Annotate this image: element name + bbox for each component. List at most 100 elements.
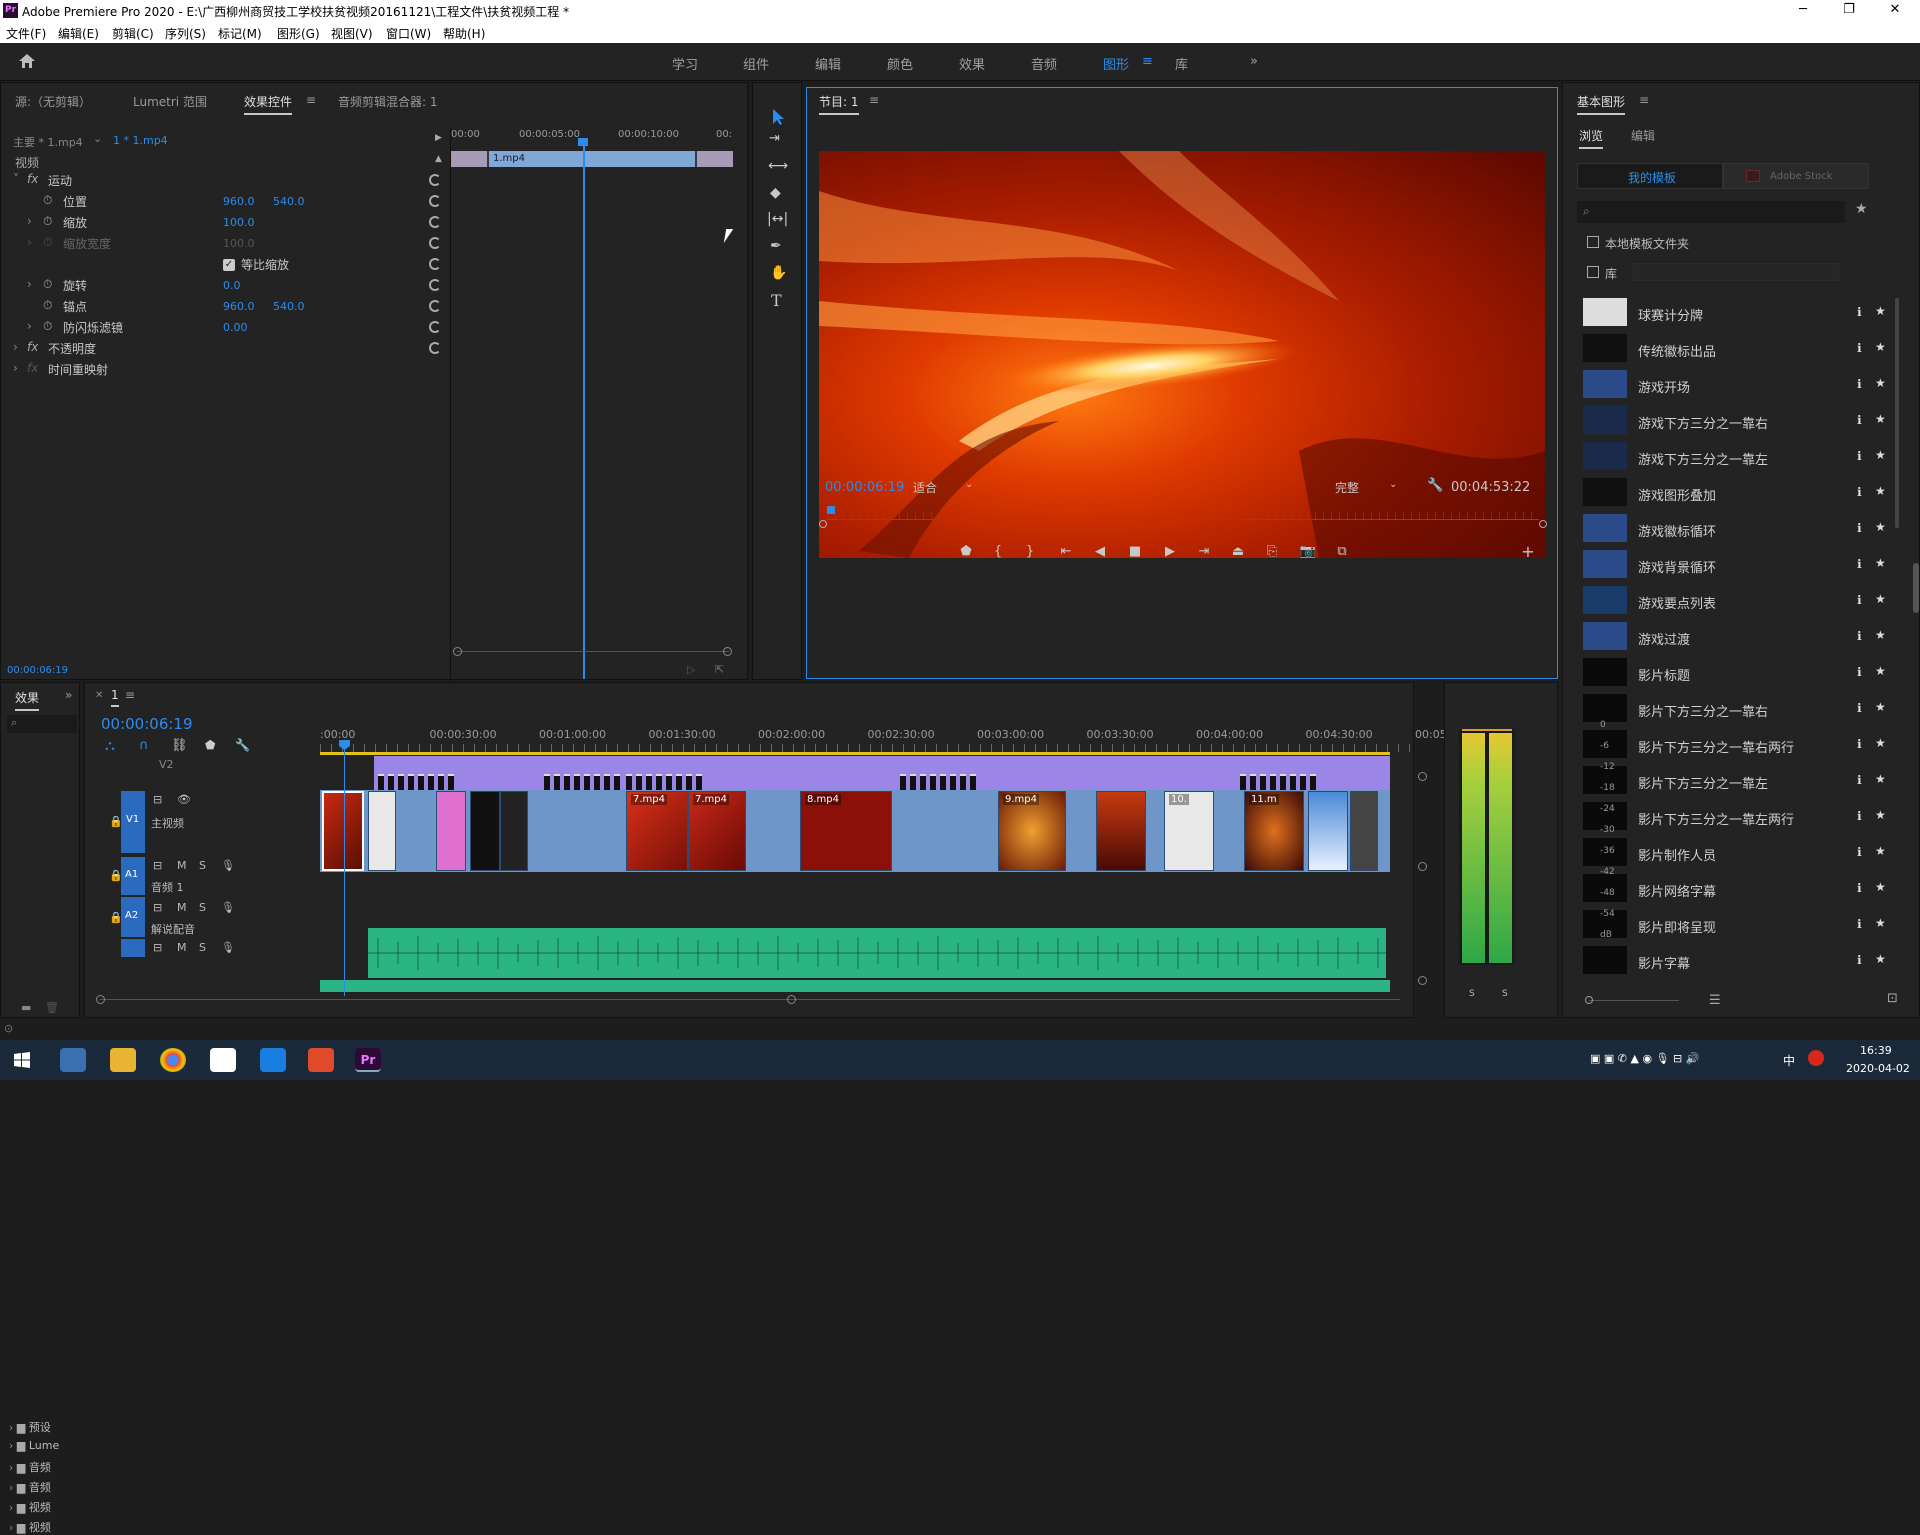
pen-tool-icon[interactable]: ✒ — [770, 238, 782, 254]
close-button[interactable]: ✕ — [1872, 0, 1918, 22]
menu-sequence[interactable]: 序列(S) — [165, 25, 206, 42]
export-icon[interactable]: ⇱ — [715, 663, 724, 676]
ec-playhead[interactable] — [583, 139, 585, 679]
sync-lock-icon[interactable]: ⊟ — [153, 901, 162, 914]
v2-clip-segment[interactable] — [960, 774, 966, 790]
expand-icon[interactable]: › — [27, 214, 32, 228]
star-icon[interactable]: ★ — [1875, 448, 1886, 462]
tab-source[interactable]: 源:（无剪辑） — [15, 93, 91, 110]
star-icon[interactable]: ★ — [1875, 664, 1886, 678]
track-v2-label[interactable]: V2 — [159, 758, 174, 771]
v1-clip[interactable] — [1308, 791, 1348, 871]
v2-clip-segment[interactable] — [1270, 774, 1276, 790]
v2-clip-segment[interactable] — [614, 774, 620, 790]
effects-folder-item[interactable]: › ▆ 音频 — [9, 1479, 51, 1495]
playhead-timecode[interactable]: 00:00:06:19 — [825, 480, 904, 495]
v1-clip[interactable] — [470, 791, 500, 871]
scroll-handle[interactable] — [787, 995, 796, 1004]
effects-folder-item[interactable]: › ▆ Lume — [9, 1439, 59, 1452]
add-marker-icon[interactable]: ⬟ — [957, 543, 975, 561]
eg-tab-browse[interactable]: 浏览 — [1579, 127, 1604, 149]
expand-icon[interactable]: ˅ — [13, 172, 19, 186]
app-u-icon[interactable] — [260, 1048, 286, 1072]
panel-menu-icon[interactable]: ≡ — [125, 688, 135, 702]
v1-clip[interactable]: 8.mp4 — [800, 791, 892, 871]
step-back-icon[interactable]: ◀ — [1091, 543, 1109, 561]
v1-clip[interactable]: 10. — [1164, 791, 1214, 871]
new-item-icon[interactable]: ⊡ — [1887, 991, 1898, 1006]
v2-clip-segment[interactable] — [1250, 774, 1256, 790]
info-icon[interactable]: ℹ — [1857, 953, 1862, 967]
info-icon[interactable]: ℹ — [1857, 773, 1862, 787]
v2-clip-segment[interactable] — [564, 774, 570, 790]
nest-toggle-icon[interactable]: ⛬ — [105, 738, 115, 754]
reset-icon[interactable] — [429, 195, 441, 207]
eg-template-item[interactable]: 影片网络字幕 ℹ ★ — [1583, 872, 1903, 906]
ws-color[interactable]: 颜色 — [887, 54, 913, 73]
info-icon[interactable]: ℹ — [1857, 557, 1862, 571]
track-a3-target[interactable] — [121, 939, 145, 957]
effects-folder-item[interactable]: › ▆ 预设 — [9, 1419, 51, 1435]
v2-clip-segment[interactable] — [686, 774, 692, 790]
v2-clip-segment[interactable] — [544, 774, 550, 790]
timeline-h-scrollbar[interactable] — [100, 999, 1400, 1000]
maximize-button[interactable]: ❐ — [1826, 0, 1872, 22]
ws-editing[interactable]: 编辑 — [815, 54, 841, 73]
mute-button[interactable]: M — [177, 859, 187, 872]
play-only-icon[interactable]: ▶ — [435, 133, 442, 143]
clock-time[interactable]: 16:39 — [1860, 1044, 1892, 1057]
windows-start-icon[interactable] — [14, 1052, 30, 1068]
lock-icon[interactable]: 🔒 — [109, 911, 123, 924]
menu-clip[interactable]: 剪辑(C) — [112, 25, 154, 42]
prop-value[interactable]: 540.0 — [273, 195, 305, 208]
uniform-scale-checkbox[interactable]: ✓ — [223, 259, 235, 271]
eye-icon[interactable]: 👁 — [177, 793, 191, 806]
razor-tool-icon[interactable]: ◆ — [770, 185, 781, 201]
v2-clip-segment[interactable] — [604, 774, 610, 790]
expand-icon[interactable]: › — [9, 1439, 17, 1452]
info-icon[interactable]: ℹ — [1857, 593, 1862, 607]
library-checkbox[interactable] — [1587, 266, 1599, 278]
ec-transition[interactable] — [697, 151, 733, 167]
hand-tool-icon[interactable]: ✋ — [770, 265, 787, 281]
tab-effect-controls[interactable]: 效果控件 — [244, 93, 293, 115]
v2-graphics-clip[interactable] — [374, 756, 1390, 792]
info-icon[interactable]: ℹ — [1857, 917, 1862, 931]
tab-lumetri-scopes[interactable]: Lumetri 范围 — [133, 93, 207, 110]
expand-icon[interactable]: › — [27, 277, 32, 291]
v2-clip-segment[interactable] — [646, 774, 652, 790]
solo-button[interactable]: S — [199, 941, 206, 954]
v2-clip-segment[interactable] — [1260, 774, 1266, 790]
ec-timecode[interactable]: 00:00:06:19 — [7, 665, 68, 676]
prop-value[interactable]: 0.0 — [223, 279, 241, 292]
go-to-in-icon[interactable]: ⇤ — [1057, 543, 1075, 561]
close-tab-icon[interactable]: ✕ — [95, 690, 103, 701]
sync-lock-icon[interactable]: ⊟ — [153, 941, 162, 954]
work-area-bar[interactable] — [320, 752, 1390, 755]
stopwatch-icon[interactable]: ⏱ — [43, 277, 52, 292]
v2-clip-segment[interactable] — [448, 774, 454, 790]
ec-clip-bar[interactable]: 1.mp4 — [489, 151, 695, 167]
effects-folder-item[interactable]: › ▆ 视频 — [9, 1519, 51, 1535]
v2-clip-segment[interactable] — [408, 774, 414, 790]
add-marker-icon[interactable]: ⬟ — [205, 738, 215, 752]
star-icon[interactable]: ★ — [1875, 592, 1886, 606]
prop-value[interactable]: 100.0 — [223, 216, 255, 229]
scroll-handle[interactable] — [453, 647, 462, 656]
app-c-icon[interactable] — [308, 1048, 334, 1072]
v1-clip[interactable] — [436, 791, 466, 871]
star-icon[interactable]: ★ — [1875, 376, 1886, 390]
star-icon[interactable]: ★ — [1875, 952, 1886, 966]
expand-icon[interactable]: › — [9, 1521, 17, 1534]
reset-icon[interactable] — [429, 342, 441, 354]
star-icon[interactable]: ★ — [1875, 340, 1886, 354]
expand-panels-icon[interactable]: » — [65, 688, 72, 702]
dropdown-chevron-icon[interactable]: ⌄ — [93, 132, 102, 145]
ws-assembly[interactable]: 组件 — [743, 54, 769, 73]
menu-edit[interactable]: 编辑(E) — [58, 25, 99, 42]
stopwatch-icon[interactable]: ⏱ — [43, 235, 52, 250]
track-a2-target[interactable]: A2 — [121, 897, 145, 937]
mute-button[interactable]: M — [177, 901, 187, 914]
timeline-playhead[interactable] — [344, 740, 345, 996]
effects-folder-item[interactable]: › ▆ 视频 — [9, 1499, 51, 1515]
